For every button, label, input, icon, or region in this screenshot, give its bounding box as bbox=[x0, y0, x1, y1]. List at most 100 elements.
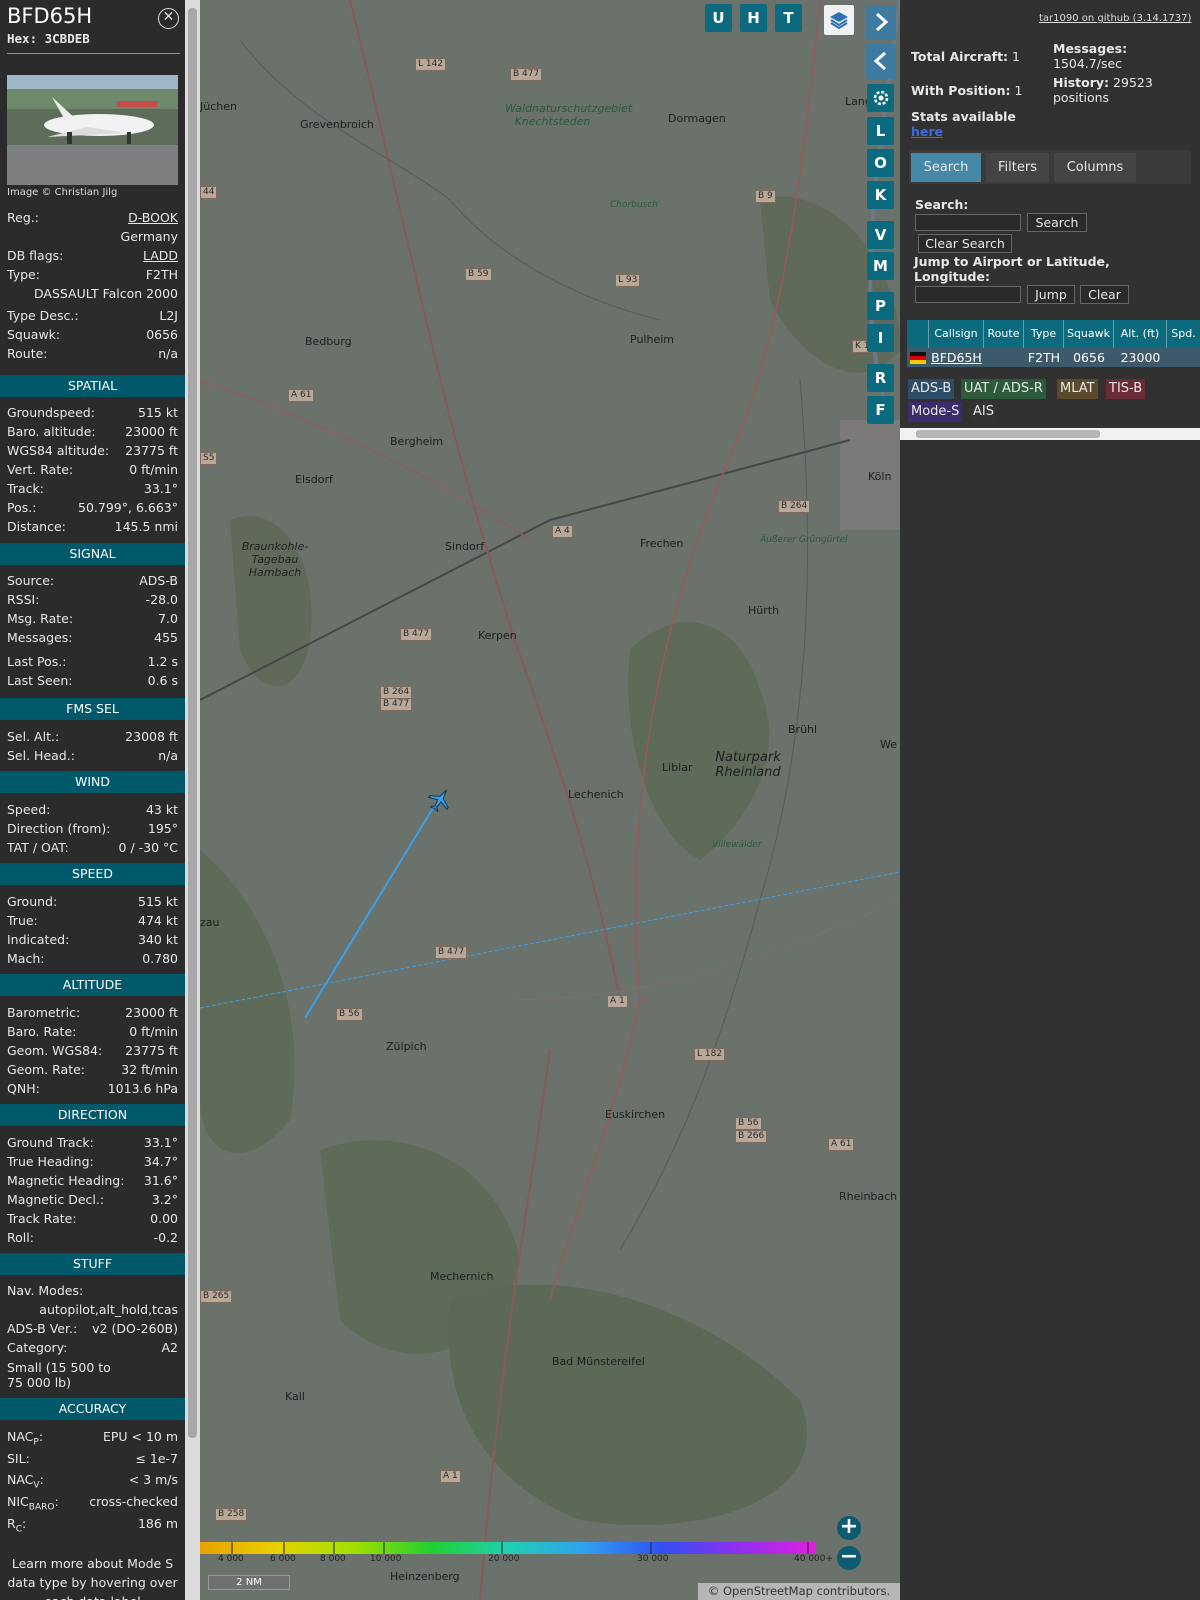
zoom-in-button[interactable]: + bbox=[837, 1516, 861, 1540]
info-panel-scrollbar[interactable] bbox=[185, 0, 200, 1600]
section-stuff: STUFF bbox=[0, 1253, 185, 1275]
history-stat: History: 29523 positions bbox=[1053, 75, 1153, 105]
table-header-callsign[interactable]: Callsign bbox=[929, 320, 984, 348]
germany-flag-icon bbox=[909, 348, 927, 367]
map-button-m[interactable]: M bbox=[867, 252, 894, 280]
tab-search[interactable]: Search bbox=[911, 153, 981, 182]
map-attribution[interactable]: © OpenStreetMap contributors. bbox=[698, 1583, 900, 1600]
road-label: S5 bbox=[200, 452, 218, 465]
messages-stat: Messages: 1504.7/sec bbox=[1053, 41, 1128, 71]
section-altitude: ALTITUDE bbox=[0, 974, 185, 996]
scrollbar-thumb[interactable] bbox=[916, 430, 1100, 438]
jump-button[interactable]: Jump bbox=[1027, 285, 1075, 304]
category-row: Category: A2 bbox=[7, 1340, 178, 1355]
map-view[interactable]: Jüchen Grevenbroich Dormagen Langen Waldnatu… bbox=[200, 0, 900, 1600]
map-button-k[interactable]: K bbox=[867, 181, 894, 209]
direction-row: Track Rate: 0.00 bbox=[7, 1211, 178, 1226]
road-label: B 477 bbox=[510, 68, 543, 81]
gear-icon[interactable] bbox=[867, 84, 894, 112]
map-button-f[interactable]: F bbox=[867, 396, 894, 424]
road-label: B 477 bbox=[380, 698, 413, 711]
table-header-speed[interactable]: Spd. bbox=[1167, 320, 1200, 348]
scrollbar-thumb[interactable] bbox=[188, 8, 197, 1438]
stats-available: Stats available here bbox=[911, 109, 1016, 139]
table-header-altitude[interactable]: Alt. (ft) bbox=[1114, 320, 1167, 348]
registration-link[interactable]: D-BOOK bbox=[128, 208, 178, 227]
tab-bar: Search Filters Columns bbox=[909, 150, 1191, 184]
altitude-row: Geom. WGS84: 23775 ft bbox=[7, 1043, 178, 1058]
map-place-label: Euskirchen bbox=[605, 1108, 666, 1121]
speed-row: True: 474 kt bbox=[7, 913, 178, 928]
map-button-t[interactable]: T bbox=[775, 4, 802, 32]
rc-row: RC: 186 m bbox=[7, 1516, 178, 1535]
signal-row: Messages: 455 bbox=[7, 630, 178, 645]
speed-row: Mach: 0.780 bbox=[7, 951, 178, 966]
selected-callsign: BFD65H bbox=[7, 4, 93, 28]
signal-row: Msg. Rate: 7.0 bbox=[7, 611, 178, 626]
map-button-o[interactable]: O bbox=[867, 149, 894, 177]
zoom-out-button[interactable]: − bbox=[837, 1546, 861, 1570]
close-icon[interactable]: ✕ bbox=[158, 8, 179, 29]
map-place-label: Chorbusch bbox=[610, 200, 658, 210]
chevron-left-icon[interactable] bbox=[866, 44, 896, 79]
aircraft-icon[interactable] bbox=[427, 787, 453, 813]
search-input[interactable] bbox=[915, 214, 1021, 231]
chevron-right-icon[interactable] bbox=[866, 5, 896, 40]
stats-here-link[interactable]: here bbox=[911, 124, 943, 139]
legend-adsb: ADS-B bbox=[908, 379, 955, 399]
row-squawk: 0656 bbox=[1073, 350, 1105, 365]
country: Germany bbox=[120, 229, 178, 244]
altitude-scale-label: 30 000 bbox=[637, 1554, 669, 1564]
map-button-u[interactable]: U bbox=[705, 4, 732, 32]
road-label: L 142 bbox=[415, 58, 447, 71]
aircraft-photo[interactable] bbox=[7, 75, 178, 185]
jump-input[interactable] bbox=[915, 286, 1021, 303]
altitude-scale-label: 6 000 bbox=[270, 1554, 296, 1564]
nacp-row: NACP: EPU < 10 m bbox=[7, 1429, 178, 1448]
signal-row: RSSI: -28.0 bbox=[7, 592, 178, 607]
tab-columns[interactable]: Columns bbox=[1054, 153, 1136, 182]
table-header-type[interactable]: Type bbox=[1024, 320, 1064, 348]
map-place-label: We bbox=[880, 738, 897, 751]
table-header-squawk[interactable]: Squawk bbox=[1064, 320, 1114, 348]
tab-filters[interactable]: Filters bbox=[986, 153, 1049, 182]
altitude-row: Barometric: 23000 ft bbox=[7, 1005, 178, 1020]
road-label: A 1 bbox=[440, 1470, 461, 1483]
road-label: B 258 bbox=[215, 1508, 248, 1521]
map-place-label: Waldnaturschutzgebiet Knechtsteden bbox=[505, 102, 633, 128]
clear-search-button[interactable]: Clear Search bbox=[918, 234, 1012, 253]
row-callsign[interactable]: BFD65H bbox=[929, 348, 984, 367]
direction-row: Ground Track: 33.1° bbox=[7, 1135, 178, 1150]
map-button-l[interactable]: L bbox=[867, 117, 894, 145]
map-button-p[interactable]: P bbox=[867, 292, 894, 320]
layers-icon[interactable] bbox=[824, 5, 854, 35]
road-label: B 477 bbox=[435, 946, 468, 959]
category-description: Small (15 500 to 75 000 lb) bbox=[7, 1360, 111, 1390]
type-full: DASSAULT Falcon 2000 bbox=[33, 286, 178, 301]
road-label: B 265 bbox=[200, 1290, 233, 1303]
map-button-h[interactable]: H bbox=[740, 4, 767, 32]
spatial-row: Track: 33.1° bbox=[7, 481, 178, 496]
spatial-row: Pos.: 50.799°, 6.663° bbox=[7, 500, 178, 515]
dbflags-link[interactable]: LADD bbox=[143, 246, 178, 265]
road-label: B 56 bbox=[336, 1008, 363, 1021]
road-label: A 61 bbox=[288, 389, 315, 402]
map-place-label: Grevenbroich bbox=[300, 118, 374, 131]
map-button-v[interactable]: V bbox=[867, 221, 894, 249]
table-horizontal-scrollbar[interactable] bbox=[900, 428, 1200, 440]
jump-label: Jump to Airport or Latitude, Longitude: bbox=[914, 254, 1110, 284]
route-row: Route: n/a bbox=[7, 346, 178, 361]
row-type: F2TH bbox=[1027, 350, 1061, 365]
table-header-route[interactable]: Route bbox=[984, 320, 1024, 348]
road-label: A 4 bbox=[552, 525, 573, 538]
road-label: B 477 bbox=[400, 628, 433, 641]
signal-row: Source: ADS-B bbox=[7, 573, 178, 588]
map-button-i[interactable]: I bbox=[867, 324, 894, 352]
github-link[interactable]: tar1090 on github (3.14.1737) bbox=[1039, 13, 1191, 24]
map-button-r[interactable]: R bbox=[867, 364, 894, 392]
search-button[interactable]: Search bbox=[1027, 213, 1087, 232]
jump-clear-button[interactable]: Clear bbox=[1080, 285, 1129, 304]
table-row[interactable]: BFD65H F2TH 0656 23000 bbox=[907, 348, 1200, 367]
road-label: B 264 bbox=[778, 500, 811, 513]
altitude-scale-label: 40 000+ bbox=[794, 1554, 834, 1564]
